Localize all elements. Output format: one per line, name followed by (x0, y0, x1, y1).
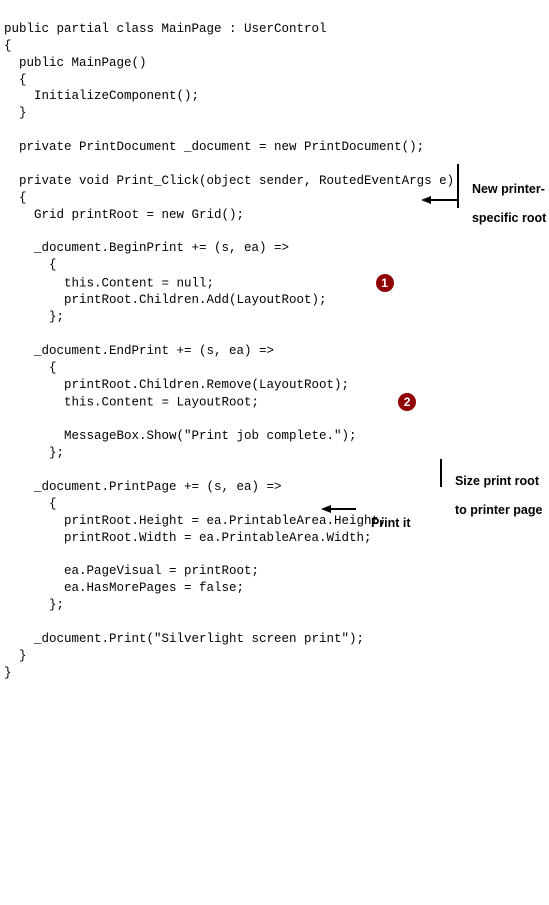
code-line: _document.PrintPage += (s, ea) => (4, 480, 282, 494)
annotation-text: Print it (371, 516, 411, 530)
code-line: _document.BeginPrint += (s, ea) => (4, 241, 289, 255)
annotation-size-root: Size print root to printer page (448, 460, 542, 518)
annotation-new-root: New printer- specific root (465, 168, 546, 226)
annotation-bar-size (440, 459, 442, 487)
code-line: ea.PageVisual = printRoot; (4, 564, 259, 578)
annotation-print-it: Print it (364, 502, 411, 531)
code-line: }; (4, 310, 64, 324)
code-line: { (4, 39, 12, 53)
code-line: private PrintDocument _document = new Pr… (4, 140, 424, 154)
code-line: this.Content = LayoutRoot; (4, 396, 259, 410)
code-line: } (4, 666, 12, 680)
code-line: public MainPage() (4, 56, 147, 70)
code-line: printRoot.Children.Add(LayoutRoot); (4, 293, 327, 307)
code-line: } (4, 649, 27, 663)
code-line: { (4, 73, 27, 87)
code-line: }; (4, 598, 64, 612)
arrow-stem-print-it (330, 508, 356, 510)
arrow-tip-print-it (321, 505, 331, 513)
annotation-bar-new-root (457, 164, 459, 208)
code-line: _document.EndPrint += (s, ea) => (4, 344, 274, 358)
code-line: this.Content = null; (4, 276, 214, 290)
code-line: { (4, 258, 57, 272)
code-line: { (4, 361, 57, 375)
code-line: }; (4, 446, 64, 460)
code-line: private void Print_Click(object sender, … (4, 174, 454, 188)
code-line: { (4, 191, 27, 205)
code-block: public partial class MainPage : UserCont… (4, 4, 545, 901)
code-line: Grid printRoot = new Grid(); (4, 208, 244, 222)
annotation-text: to printer page (455, 503, 543, 517)
code-line: ea.HasMorePages = false; (4, 581, 244, 595)
code-line: _document.Print("Silverlight screen prin… (4, 632, 364, 646)
code-line: public partial class MainPage : UserCont… (4, 22, 327, 36)
code-line: printRoot.Height = ea.PrintableArea.Heig… (4, 514, 387, 528)
callout-2: 2 (398, 393, 416, 411)
code-line: InitializeComponent(); (4, 89, 199, 103)
callout-1: 1 (376, 274, 394, 292)
code-line: MessageBox.Show("Print job complete."); (4, 429, 357, 443)
annotation-text: specific root (472, 211, 546, 225)
code-line: } (4, 106, 27, 120)
code-line: { (4, 497, 57, 511)
arrow-stem-new-root (430, 199, 457, 201)
code-line: printRoot.Children.Remove(LayoutRoot); (4, 378, 349, 392)
annotation-text: New printer- (472, 182, 545, 196)
code-line: printRoot.Width = ea.PrintableArea.Width… (4, 531, 372, 545)
arrow-tip-new-root (421, 196, 431, 204)
annotation-text: Size print root (455, 474, 539, 488)
